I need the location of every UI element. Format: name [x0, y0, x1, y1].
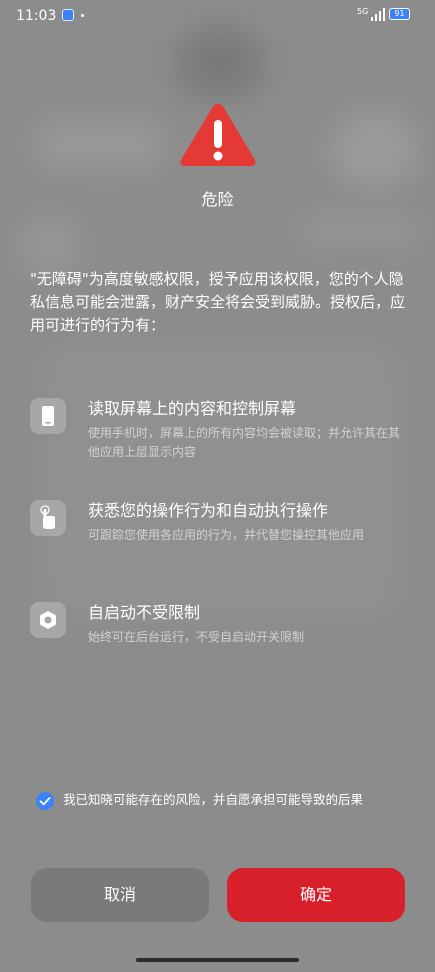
- permission-title: 读取屏幕上的内容和控制屏幕: [88, 399, 297, 418]
- status-time: 11:03: [16, 8, 57, 24]
- home-indicator[interactable]: [136, 958, 299, 962]
- signal-icon: 5G: [357, 7, 387, 21]
- phone-screen-icon: [30, 398, 66, 434]
- permission-item-track-operations: 获悉您的操作行为和自动执行操作 可跟踪您使用各应用的行为，并代替您操控其他应用: [30, 500, 410, 570]
- gear-icon: [30, 602, 66, 638]
- battery-icon: 91: [389, 8, 410, 20]
- consent-checkbox[interactable]: [36, 792, 54, 810]
- status-bar: 11:03 5G 91: [0, 0, 435, 32]
- checkmark-icon: [39, 797, 51, 806]
- confirm-button[interactable]: 确定: [227, 868, 405, 922]
- permission-item-read-screen: 读取屏幕上的内容和控制屏幕 使用手机时，屏幕上的所有内容均会被读取；并允许其在其…: [30, 398, 410, 468]
- permission-title: 自启动不受限制: [88, 603, 201, 622]
- permission-title: 获悉您的操作行为和自动执行操作: [88, 501, 329, 520]
- network-type: 5G: [357, 7, 369, 16]
- permission-item-autostart: 自启动不受限制 始终可在后台运行，不受自启动开关限制: [30, 602, 410, 672]
- dialog-title: 危险: [201, 190, 234, 209]
- touch-gesture-icon: [30, 500, 66, 536]
- permission-description: 使用手机时，屏幕上的所有内容均会被读取；并允许其在其他应用上层显示内容: [88, 426, 401, 459]
- warning-icon: [180, 104, 256, 166]
- permission-description: 始终可在后台运行，不受自启动开关限制: [88, 630, 305, 644]
- cancel-button[interactable]: 取消: [31, 868, 209, 922]
- consent-label: 我已知晓可能存在的风险，并自愿承担可能导致的后果: [63, 792, 364, 807]
- app-notification-icon: [62, 9, 74, 21]
- permission-warning-dialog: 11:03 5G 91 危险 "无障碍"为高度敏感权限，授予应用该权限，您的个人…: [0, 0, 435, 972]
- warning-intro-text: "无障碍"为高度敏感权限，授予应用该权限，您的个人隐私信息可能会泄露，财产安全将…: [30, 270, 406, 334]
- notification-dot-icon: [81, 14, 84, 17]
- permission-description: 可跟踪您使用各应用的行为，并代替您操控其他应用: [88, 528, 365, 542]
- risk-consent-row[interactable]: 我已知晓可能存在的风险，并自愿承担可能导致的后果: [36, 790, 406, 830]
